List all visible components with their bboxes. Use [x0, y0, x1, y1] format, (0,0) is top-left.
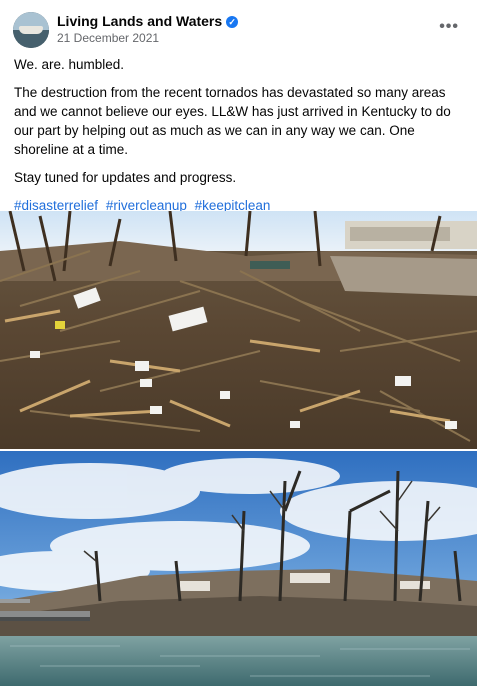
post-card: Living Lands and Waters ✓ 21 December 202… — [0, 0, 477, 686]
post-paragraph-2: The destruction from the recent tornados… — [14, 85, 451, 157]
post-header: Living Lands and Waters ✓ 21 December 202… — [13, 12, 465, 48]
post-paragraph-3: Stay tuned for updates and progress. — [14, 170, 237, 185]
post-photo-shoreline[interactable] — [0, 451, 477, 686]
post-text: We. are. humbled. The destruction from t… — [14, 55, 466, 224]
post-photo-debris[interactable] — [0, 211, 477, 449]
avatar-boat — [19, 26, 43, 34]
verified-badge-icon: ✓ — [226, 16, 239, 28]
shoreline-photo-svg — [0, 451, 477, 686]
debris-photo-svg — [0, 211, 477, 449]
post-paragraph-1: We. are. humbled. — [14, 57, 125, 72]
more-options-icon[interactable]: ••• — [439, 18, 459, 36]
page-avatar[interactable] — [13, 12, 49, 48]
page-name-link[interactable]: Living Lands and Waters ✓ — [57, 13, 239, 29]
page-name-text: Living Lands and Waters — [57, 13, 223, 29]
post-timestamp[interactable]: 21 December 2021 — [57, 31, 159, 45]
